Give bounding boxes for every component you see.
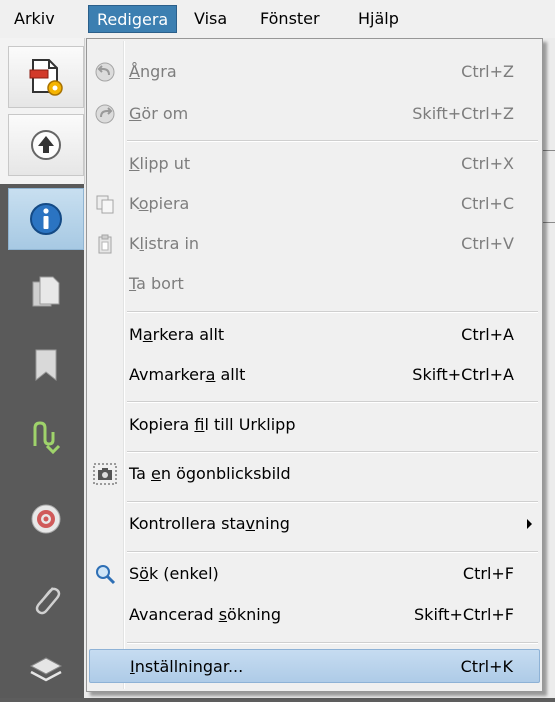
menu-item-preferences[interactable]: Inställningar... Ctrl+K xyxy=(89,649,540,683)
redo-icon xyxy=(93,102,117,126)
shortcut-label: Skift+Ctrl+F xyxy=(414,605,514,624)
info-icon xyxy=(30,203,62,235)
menu-item-copy[interactable]: Kopiera Ctrl+C xyxy=(89,187,540,221)
menu-item-select-all[interactable]: Markera allt Ctrl+A xyxy=(89,318,540,352)
menu-item-label: Kopiera xyxy=(129,194,190,213)
menu-arkiv[interactable]: Arkiv xyxy=(6,5,63,33)
menu-item-label: Klistra in xyxy=(129,234,200,253)
menu-item-paste[interactable]: Klistra in Ctrl+V xyxy=(89,227,540,261)
shortcut-label: Skift+Ctrl+Z xyxy=(412,104,514,123)
copy-icon xyxy=(93,192,117,216)
menu-item-label: Avmarkera allt xyxy=(129,365,246,384)
layers-icon xyxy=(29,657,63,682)
menu-item-snapshot[interactable]: Ta en ögonblicksbild xyxy=(89,457,540,491)
shortcut-label: Skift+Ctrl+A xyxy=(412,365,514,384)
menu-item-search[interactable]: Sök (enkel) Ctrl+F xyxy=(89,557,540,591)
menu-item-copy-file[interactable]: Kopiera fil till Urklipp xyxy=(89,408,540,442)
menu-item-label: Ta en ögonblicksbild xyxy=(129,464,291,483)
paste-icon xyxy=(93,232,117,256)
separator xyxy=(127,311,538,313)
search-icon xyxy=(93,562,117,586)
menu-item-advanced-search[interactable]: Avancerad sökning Skift+Ctrl+F xyxy=(89,598,540,632)
menu-item-delete[interactable]: Ta bort xyxy=(89,267,540,301)
shortcut-label: Ctrl+V xyxy=(461,234,514,253)
menu-redigera[interactable]: Redigera xyxy=(88,5,178,33)
shortcut-label: Ctrl+K xyxy=(460,657,513,676)
shortcut-label: Ctrl+X xyxy=(461,154,514,173)
paperclip-icon xyxy=(35,587,61,615)
shortcut-label: Ctrl+C xyxy=(460,194,514,213)
rail-pages[interactable] xyxy=(8,262,84,324)
up-arrow-icon xyxy=(31,130,61,160)
separator xyxy=(127,451,538,453)
menu-item-deselect-all[interactable]: Avmarkera allt Skift+Ctrl+A xyxy=(89,358,540,392)
shortcut-label: Ctrl+Z xyxy=(461,62,514,81)
shortcut-label: Ctrl+A xyxy=(461,325,514,344)
menu-item-label: Sök (enkel) xyxy=(129,564,219,583)
menu-item-redo[interactable]: Gör om Skift+Ctrl+Z xyxy=(89,97,540,131)
menu-visa[interactable]: Visa xyxy=(186,5,235,33)
menu-hjalp[interactable]: Hjälp xyxy=(350,5,407,33)
menu-item-label: Markera allt xyxy=(129,325,225,344)
shortcut-label: Ctrl+F xyxy=(462,564,514,583)
rail-layers[interactable] xyxy=(8,640,84,702)
menu-item-label: Kopiera fil till Urklipp xyxy=(129,415,296,434)
menu-item-label: Gör om xyxy=(129,104,189,123)
rail-attachments[interactable] xyxy=(8,568,84,630)
rail-info[interactable] xyxy=(8,188,84,250)
menu-item-undo[interactable]: Ångra Ctrl+Z xyxy=(89,55,540,89)
menu-bar: Arkiv Redigera Visa Fönster Hjälp xyxy=(0,0,555,39)
menu-item-label: Ta bort xyxy=(129,274,184,293)
separator xyxy=(127,642,538,644)
menu-item-label: Klipp ut xyxy=(129,154,191,173)
camera-icon xyxy=(93,462,117,486)
undo-icon xyxy=(93,60,117,84)
rail-document-settings[interactable] xyxy=(8,46,84,108)
pages-icon xyxy=(32,276,60,307)
document-settings-icon xyxy=(29,59,63,96)
target-icon xyxy=(31,504,61,534)
menu-item-spelling[interactable]: Kontrollera stavning xyxy=(89,507,540,541)
menu-item-label: Avancerad sökning xyxy=(129,605,281,624)
edit-menu-dropdown: Ångra Ctrl+Z Gör om Skift+Ctrl+Z Klipp u… xyxy=(86,38,543,692)
separator xyxy=(127,551,538,553)
submenu-arrow-icon xyxy=(527,519,532,529)
separator xyxy=(127,140,538,142)
rail-up[interactable] xyxy=(8,114,84,176)
rail-target[interactable] xyxy=(8,488,84,550)
bookmark-icon xyxy=(35,349,57,382)
menu-item-label: Kontrollera stavning xyxy=(129,514,290,533)
rail-bookmarks[interactable] xyxy=(8,334,84,396)
rail-signatures[interactable] xyxy=(8,406,84,468)
menu-item-cut[interactable]: Klipp ut Ctrl+X xyxy=(89,147,540,181)
separator xyxy=(127,401,538,403)
menu-item-label: Ångra xyxy=(129,62,177,81)
menu-item-label: Inställningar... xyxy=(130,657,244,676)
signature-icon xyxy=(33,421,61,455)
menu-fonster[interactable]: Fönster xyxy=(252,5,328,33)
separator xyxy=(127,501,538,503)
